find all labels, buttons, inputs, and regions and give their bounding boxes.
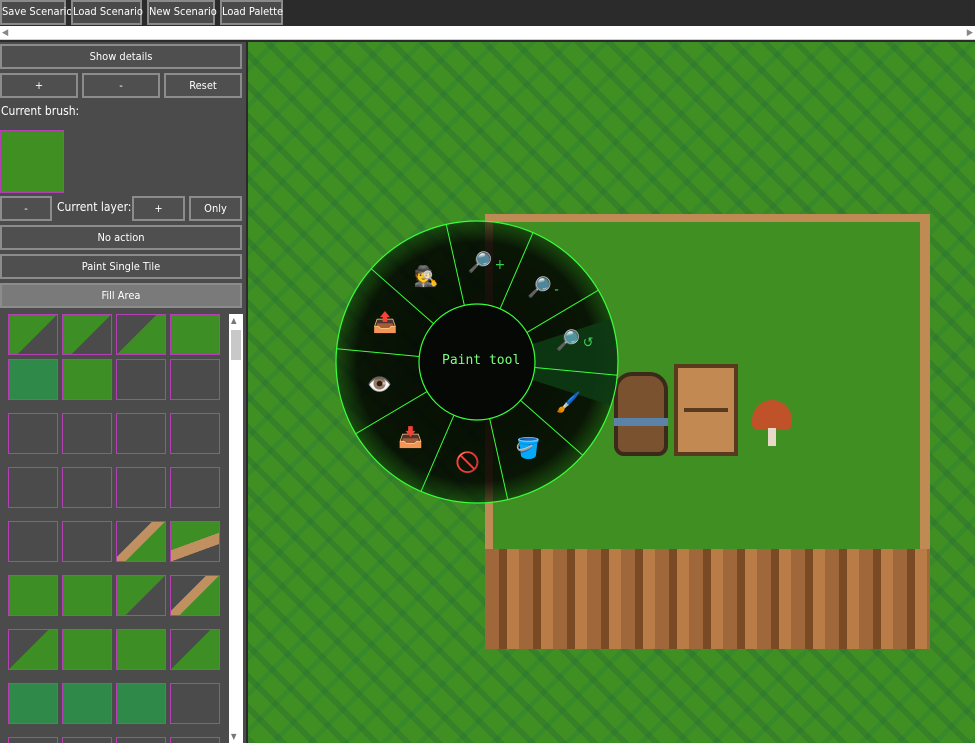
palette-tile[interactable]: [62, 359, 112, 400]
zoom-out-icon[interactable]: 🔎 -: [523, 276, 563, 301]
radial-item-glyph: 📥: [398, 425, 424, 449]
palette-tile[interactable]: [170, 314, 220, 355]
layer-increase-button[interactable]: +: [132, 196, 185, 221]
current-layer-label: Current layer: 0: [57, 200, 142, 214]
editor-side-panel: Show details + - Reset Current brush: - …: [0, 42, 246, 743]
barrel-object[interactable]: [614, 372, 668, 456]
palette-tile[interactable]: [170, 575, 220, 616]
radial-item-glyph: 🕵️: [413, 263, 439, 288]
radial-item-glyph: 🪣: [515, 436, 541, 461]
palette-tile[interactable]: [170, 683, 220, 724]
palette-tile[interactable]: [116, 629, 166, 670]
radial-item-glyph: 🔎: [467, 250, 493, 275]
radial-item-glyph: 🖌️: [556, 389, 582, 414]
palette-tile[interactable]: [170, 413, 220, 454]
palette-tile[interactable]: [116, 575, 166, 616]
bucket-icon[interactable]: 🪣: [508, 437, 548, 459]
load-scenario-button[interactable]: Load Scenario: [71, 0, 143, 25]
palette-tile[interactable]: [8, 413, 58, 454]
paintbrush-icon[interactable]: 🖌️: [549, 391, 589, 413]
palette-tile[interactable]: [116, 521, 166, 562]
load-palette-button[interactable]: Load Palette: [220, 0, 283, 25]
palette-tile[interactable]: [62, 737, 112, 743]
radial-item-glyph: 📤: [372, 310, 398, 335]
inbox-icon[interactable]: 📥: [391, 426, 431, 448]
layer-only-button[interactable]: Only: [189, 196, 242, 221]
palette-tile[interactable]: [62, 314, 112, 355]
radial-center-label: Paint tool: [442, 353, 521, 368]
palette-tile[interactable]: [8, 683, 58, 724]
radial-item-glyph: 🚫: [455, 449, 481, 474]
palette-tile[interactable]: [8, 629, 58, 670]
current-brush-label: Current brush:: [1, 104, 80, 118]
palette-tile[interactable]: [62, 683, 112, 724]
palette-tile[interactable]: [170, 629, 220, 670]
palette-tile[interactable]: [62, 521, 112, 562]
top-toolbar: Save Scenario Load Scenario New Scenario…: [0, 0, 975, 26]
crate-object[interactable]: [674, 364, 738, 456]
palette-tile[interactable]: [170, 359, 220, 400]
palette-tile[interactable]: [170, 521, 220, 562]
new-scenario-button[interactable]: New Scenario: [147, 0, 217, 25]
fill-area-button[interactable]: Fill Area: [0, 283, 242, 308]
palette-tile[interactable]: [116, 683, 166, 724]
palette-tile[interactable]: [8, 521, 58, 562]
radial-tool-menu: Paint tool 🔎 + 🔎 - 🔎 ↺ 🖌️ 🪣 🚫 📥 👁️ 📤 🕵️: [335, 220, 620, 505]
palette-tile[interactable]: [116, 314, 166, 355]
palette-tile[interactable]: [62, 575, 112, 616]
scroll-down-arrow-icon[interactable]: ▼: [231, 732, 237, 741]
save-scenario-button[interactable]: Save Scenario: [0, 0, 72, 25]
palette-tile[interactable]: [8, 467, 58, 508]
scroll-up-arrow-icon[interactable]: ▲: [231, 316, 237, 325]
no-action-button[interactable]: No action: [0, 225, 242, 250]
show-details-button[interactable]: Show details: [0, 44, 242, 69]
outbox-icon[interactable]: 📤: [365, 311, 405, 333]
palette-tile[interactable]: [62, 413, 112, 454]
palette-scrollbar-thumb[interactable]: [231, 330, 241, 360]
eye-icon[interactable]: 👁️: [359, 373, 399, 395]
palette-tile[interactable]: [116, 413, 166, 454]
palette-tile[interactable]: [116, 467, 166, 508]
zoom-reset-icon[interactable]: 🔎 ↺: [555, 329, 595, 354]
palette-tile[interactable]: [170, 467, 220, 508]
palette-tile[interactable]: [62, 629, 112, 670]
no-entry-icon[interactable]: 🚫: [448, 451, 488, 473]
layer-decrease-button[interactable]: -: [0, 196, 52, 221]
radial-item-suffix: -: [554, 281, 559, 298]
reset-button[interactable]: Reset: [164, 73, 242, 98]
tile-palette: [0, 314, 228, 743]
palette-tile[interactable]: [8, 737, 58, 743]
horizontal-scrollbar[interactable]: ◀ ▶: [0, 26, 975, 40]
detective-icon[interactable]: 🕵️: [406, 265, 446, 287]
zoom-in-button[interactable]: +: [0, 73, 78, 98]
zoom-out-button[interactable]: -: [82, 73, 160, 98]
palette-tile[interactable]: [8, 575, 58, 616]
plateau-cliff: [485, 549, 930, 649]
palette-tile[interactable]: [8, 314, 58, 355]
palette-tile[interactable]: [170, 737, 220, 743]
radial-item-suffix: ↺: [582, 335, 594, 352]
radial-item-glyph: 🔎: [527, 274, 553, 299]
radial-item-glyph: 🔎: [555, 328, 581, 353]
palette-tile[interactable]: [8, 359, 58, 400]
scroll-right-arrow-icon[interactable]: ▶: [967, 26, 973, 40]
current-brush-preview: [0, 130, 64, 193]
palette-tile[interactable]: [116, 359, 166, 400]
palette-tile[interactable]: [62, 467, 112, 508]
scroll-left-arrow-icon[interactable]: ◀: [2, 26, 8, 40]
zoom-in-icon[interactable]: 🔎 +: [466, 251, 506, 276]
radial-item-glyph: 👁️: [366, 371, 392, 396]
palette-tile[interactable]: [116, 737, 166, 743]
paint-single-tile-button[interactable]: Paint Single Tile: [0, 254, 242, 279]
palette-scrollbar[interactable]: ▲ ▼: [229, 314, 243, 743]
radial-item-suffix: +: [494, 257, 506, 274]
